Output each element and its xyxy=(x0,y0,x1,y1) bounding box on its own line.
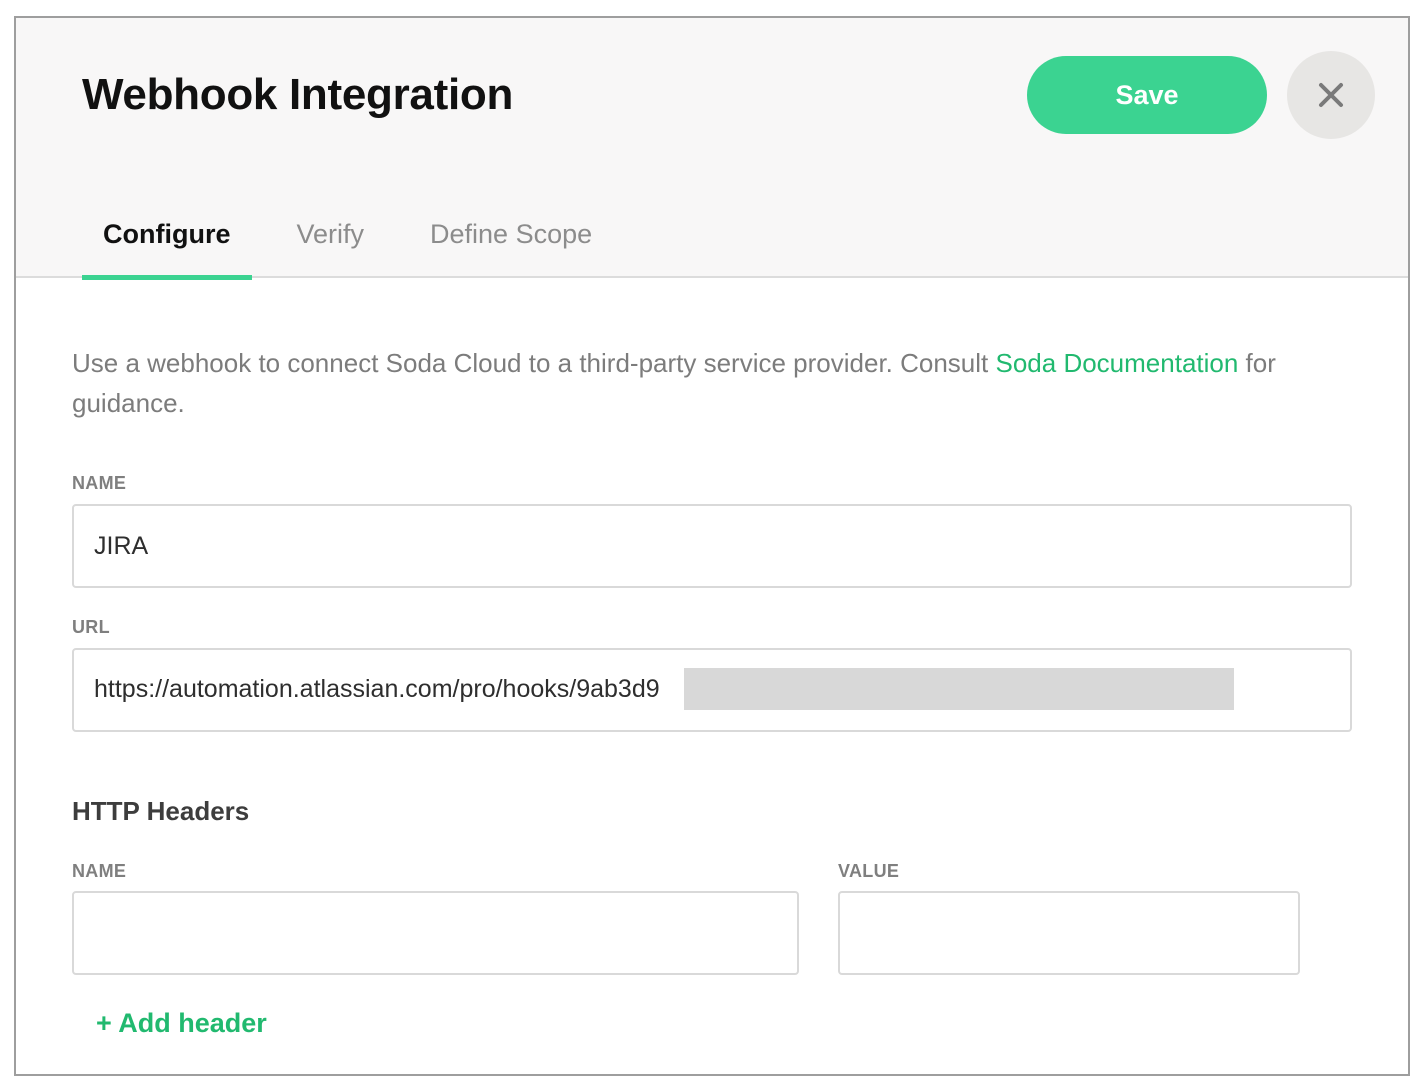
header-value-input[interactable] xyxy=(838,891,1300,975)
tab-configure[interactable]: Configure xyxy=(82,210,252,280)
url-label: URL xyxy=(72,617,110,637)
close-icon xyxy=(1319,83,1343,107)
http-headers-title: HTTP Headers xyxy=(72,796,250,826)
header-name-input[interactable] xyxy=(72,891,799,975)
description-text: Use a webhook to connect Soda Cloud to a… xyxy=(72,348,1276,418)
save-button[interactable]: Save xyxy=(1027,56,1267,134)
soda-documentation-link[interactable]: Soda Documentation xyxy=(996,348,1239,378)
close-button[interactable] xyxy=(1287,51,1375,139)
page-title: Webhook Integration xyxy=(82,70,514,119)
name-input[interactable] xyxy=(72,504,1352,588)
redacted-url-portion xyxy=(684,668,1234,710)
dialog-header: Webhook Integration Save Configure Verif… xyxy=(16,18,1408,280)
name-label: NAME xyxy=(72,473,127,493)
tab-bar: Configure Verify Define Scope xyxy=(82,210,637,280)
webhook-integration-dialog: Webhook Integration Save Configure Verif… xyxy=(14,16,1410,1076)
tab-verify[interactable]: Verify xyxy=(276,210,386,276)
url-input[interactable]: https://automation.atlassian.com/pro/hoo… xyxy=(72,648,1352,732)
add-header-button[interactable]: + Add header xyxy=(96,1008,267,1039)
url-value: https://automation.atlassian.com/pro/hoo… xyxy=(94,675,660,703)
header-name-label: NAME xyxy=(72,861,127,881)
tab-define-scope[interactable]: Define Scope xyxy=(409,210,613,276)
header-value-label: VALUE xyxy=(838,861,900,881)
